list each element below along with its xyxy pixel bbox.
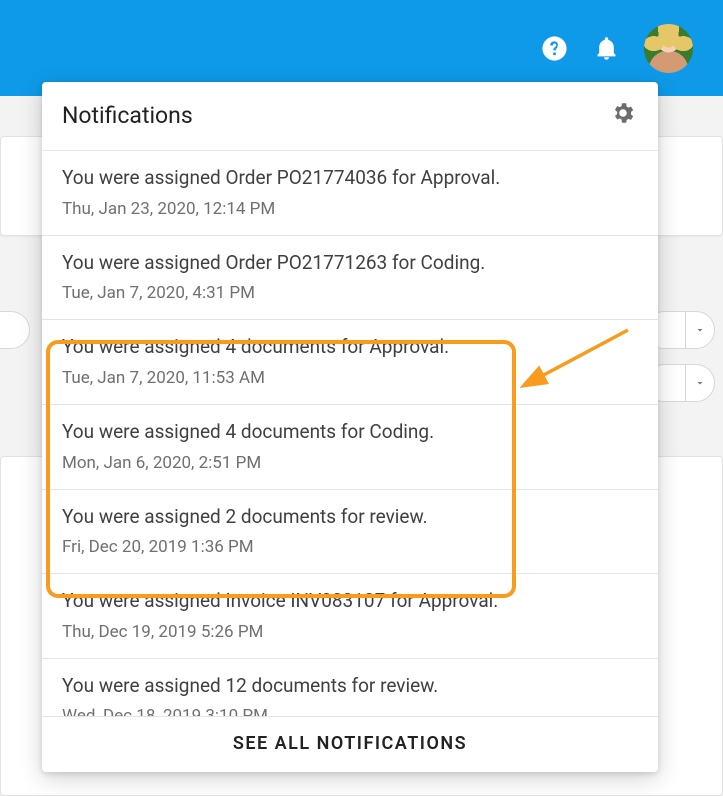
notification-timestamp: Thu, Dec 19, 2019 5:26 PM xyxy=(62,622,638,642)
notification-timestamp: Tue, Jan 7, 2020, 4:31 PM xyxy=(62,283,638,303)
notification-item[interactable]: You were assigned 12 documents for revie… xyxy=(42,659,658,716)
notification-timestamp: Wed, Dec 18, 2019 3:10 PM xyxy=(62,706,638,716)
notification-timestamp: Thu, Jan 23, 2020, 12:14 PM xyxy=(62,199,638,219)
notification-timestamp: Tue, Jan 7, 2020, 11:53 AM xyxy=(62,368,638,388)
bell-icon[interactable] xyxy=(593,35,620,62)
see-all-button[interactable]: SEE ALL NOTIFICATIONS xyxy=(42,716,658,772)
notification-message: You were assigned Invoice INV083107 for … xyxy=(62,588,638,614)
notification-message: You were assigned 4 documents for Approv… xyxy=(62,334,638,360)
notification-message: You were assigned Order PO21771263 for C… xyxy=(62,250,638,276)
notification-item[interactable]: You were assigned Order PO21774036 for A… xyxy=(42,151,658,236)
gear-icon[interactable] xyxy=(610,100,636,130)
panel-title: Notifications xyxy=(62,102,193,129)
notification-message: You were assigned 2 documents for review… xyxy=(62,504,638,530)
notification-item[interactable]: You were assigned 4 documents for Coding… xyxy=(42,405,658,490)
notification-timestamp: Fri, Dec 20, 2019 1:36 PM xyxy=(62,537,638,557)
notifications-list[interactable]: You were assigned Order PO21774036 for A… xyxy=(42,151,658,716)
notification-message: You were assigned 4 documents for Coding… xyxy=(62,419,638,445)
notifications-panel: Notifications You were assigned Order PO… xyxy=(42,82,658,772)
help-icon[interactable] xyxy=(540,34,569,63)
notification-item[interactable]: You were assigned 2 documents for review… xyxy=(42,490,658,575)
notification-item[interactable]: You were assigned Order PO21771263 for C… xyxy=(42,236,658,321)
notification-timestamp: Mon, Jan 6, 2020, 2:51 PM xyxy=(62,453,638,473)
notification-item[interactable]: You were assigned 4 documents for Approv… xyxy=(42,320,658,405)
panel-header: Notifications xyxy=(42,82,658,151)
user-avatar[interactable] xyxy=(644,24,693,73)
notification-item[interactable]: You were assigned Invoice INV083107 for … xyxy=(42,574,658,659)
notifications-list-wrap: You were assigned Order PO21774036 for A… xyxy=(42,151,658,716)
notification-message: You were assigned Order PO21774036 for A… xyxy=(62,165,638,191)
notification-message: You were assigned 12 documents for revie… xyxy=(62,673,638,699)
